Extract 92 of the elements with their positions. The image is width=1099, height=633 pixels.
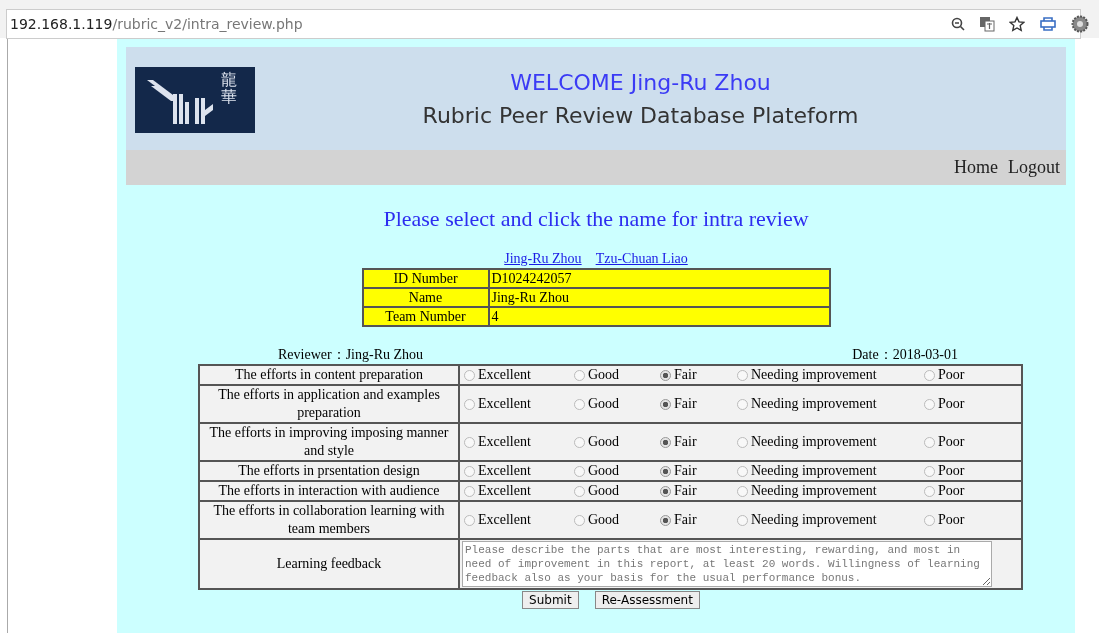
form-button[interactable]: Submit [522,591,579,609]
option-label[interactable]: Poor [938,512,965,528]
star-icon[interactable] [1009,16,1025,32]
option-label[interactable]: Needing improvement [751,434,877,450]
radio-button[interactable] [464,465,475,477]
option-label[interactable]: Excellent [478,483,531,499]
radio-button[interactable] [924,369,935,381]
criterion-label: The efforts in improving imposing manner and style [199,423,459,461]
settings-icon[interactable] [1071,15,1089,33]
option-label[interactable]: Poor [938,434,965,450]
option-label[interactable]: Needing improvement [751,396,877,412]
option-label[interactable]: Needing improvement [751,463,877,479]
option-label[interactable]: Excellent [478,396,531,412]
table-cell: 4 [488,307,830,326]
table-cell: ID Number [362,269,489,288]
option-label[interactable]: Excellent [478,367,531,383]
radio-button[interactable] [464,514,475,526]
date-text: Date：2018-03-01 [852,346,958,364]
radio-button[interactable] [737,436,748,448]
radio-button[interactable] [924,465,935,477]
radio-button[interactable] [574,514,585,526]
translate-icon[interactable] [979,16,995,32]
option-label[interactable]: Fair [674,512,697,528]
radio-button[interactable] [924,485,935,497]
criterion-label: Learning feedback [199,539,459,589]
radio-button[interactable] [660,465,671,477]
reviewer-text: Reviewer：Jing-Ru Zhou [278,346,424,364]
radio-button[interactable] [464,398,475,410]
table-cell: Name [362,288,489,307]
radio-button[interactable] [737,514,748,526]
option-label[interactable]: Needing improvement [751,367,877,383]
option-label[interactable]: Needing improvement [751,512,877,528]
member-link[interactable]: Jing-Ru Zhou [504,251,582,266]
table-cell: D1024242057 [488,269,830,288]
radio-button[interactable] [924,398,935,410]
radio-button[interactable] [737,398,748,410]
option-label[interactable]: Fair [674,434,697,450]
radio-button[interactable] [574,485,585,497]
option-label[interactable]: Poor [938,463,965,479]
table-cell: Team Number [362,307,489,326]
radio-button[interactable] [574,398,585,410]
option-label[interactable]: Excellent [478,434,531,450]
radio-button[interactable] [660,485,671,497]
radio-button[interactable] [660,398,671,410]
site-title: Rubric Peer Review Database Plateform [421,102,860,128]
radio-button[interactable] [924,514,935,526]
nav-link[interactable]: Logout [1008,157,1060,178]
radio-button[interactable] [660,514,671,526]
radio-button[interactable] [574,465,585,477]
radio-button[interactable] [464,436,475,448]
welcome-text: WELCOME Jing-Ru Zhou [509,69,772,95]
option-label[interactable]: Fair [674,483,697,499]
table-cell: Jing-Ru Zhou [488,288,830,307]
criterion-label: The efforts in prsentation design [199,461,459,481]
option-label[interactable]: Fair [674,463,697,479]
criterion-label: The efforts in application and examples preparation [199,385,459,423]
option-label[interactable]: Good [588,367,620,383]
option-label[interactable]: Good [588,434,620,450]
option-label[interactable]: Good [588,396,620,412]
criterion-label: The efforts in collaboration learning with team members [199,501,459,539]
print-icon[interactable] [1039,16,1057,32]
option-label[interactable]: Excellent [478,512,531,528]
nav-link[interactable]: Home [954,157,998,178]
option-label[interactable]: Good [588,463,620,479]
logo-text: 龍華 [221,70,237,106]
option-label[interactable]: Fair [674,367,697,383]
option-label[interactable]: Poor [938,367,965,383]
radio-button[interactable] [660,369,671,381]
radio-button[interactable] [574,369,585,381]
option-label[interactable]: Good [588,483,620,499]
radio-button[interactable] [660,436,671,448]
radio-button[interactable] [464,485,475,497]
criterion-label: The efforts in interaction with audience [199,481,459,501]
radio-button[interactable] [464,369,475,381]
address-bar[interactable]: 192.168.1.119/rubric_v2/intra_review.php [6,9,1081,39]
radio-button[interactable] [737,465,748,477]
criterion-label: The efforts in content preparation [199,365,459,385]
option-label[interactable]: Fair [674,396,697,412]
radio-button[interactable] [737,369,748,381]
option-label[interactable]: Poor [938,396,965,412]
option-label[interactable]: Poor [938,483,965,499]
option-label[interactable]: Needing improvement [751,483,877,499]
instruction-heading: Please select and click the name for intra review [382,206,810,232]
member-link[interactable]: Tzu-Chuan Liao [595,251,688,266]
radio-button[interactable] [574,436,585,448]
zoom-icon[interactable] [951,17,965,31]
feedback-field[interactable]: Please describe the parts that are most interesting, rewarding, and most in need of improvement in this report, at least 20 words. Willingness of learning feedback also as your basis for the usual performance bonus. [462,541,992,587]
radio-button[interactable] [737,485,748,497]
radio-button[interactable] [924,436,935,448]
form-button[interactable]: Re-Assessment [594,591,700,609]
option-label[interactable]: Good [588,512,620,528]
option-label[interactable]: Excellent [478,463,531,479]
